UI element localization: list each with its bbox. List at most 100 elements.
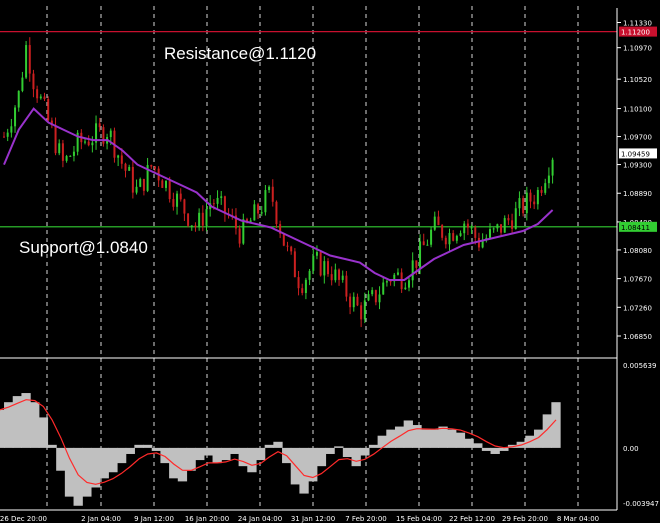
current-price-tag: 1.09459 bbox=[621, 150, 650, 158]
oscillator-bar bbox=[316, 447, 327, 467]
candle-body bbox=[205, 209, 208, 226]
oscillator-bar bbox=[334, 446, 344, 448]
oscillator-bar bbox=[64, 447, 75, 497]
oscillator-bar bbox=[473, 443, 483, 448]
resistance-price-tag: 1.11200 bbox=[621, 29, 650, 37]
candle-body bbox=[153, 166, 156, 169]
candle-body bbox=[10, 126, 13, 133]
candle-body bbox=[477, 237, 480, 248]
oscillator-bar bbox=[82, 447, 92, 497]
candle-body bbox=[139, 178, 142, 187]
candle-body bbox=[308, 270, 311, 280]
oscillator-bar bbox=[264, 444, 274, 448]
support-annotation: Support@1.0840 bbox=[19, 238, 148, 257]
candle-body bbox=[172, 199, 175, 207]
oscillator-bar bbox=[195, 447, 205, 461]
oscillator-bar bbox=[38, 417, 49, 448]
candle-body bbox=[419, 241, 422, 268]
candle-body bbox=[511, 220, 514, 229]
support-price-tag: 1.08411 bbox=[621, 224, 650, 232]
indicator-tick-label: 0.00 bbox=[623, 445, 639, 453]
candle-body bbox=[25, 45, 28, 78]
oscillator-bar bbox=[143, 444, 153, 448]
candle-body bbox=[183, 199, 186, 214]
candle-body bbox=[304, 279, 307, 293]
candle-body bbox=[470, 227, 473, 229]
time-tick-label: 22 Feb 12:00 bbox=[449, 515, 495, 523]
candle-body bbox=[128, 166, 131, 171]
candle-body bbox=[286, 245, 289, 247]
oscillator-bar bbox=[447, 429, 457, 448]
candle-body bbox=[282, 233, 285, 246]
candle-body bbox=[415, 260, 418, 268]
candle-body bbox=[260, 212, 263, 214]
candle-body bbox=[430, 229, 433, 245]
price-tick-label: 1.06850 bbox=[623, 333, 652, 341]
candle-body bbox=[164, 180, 167, 188]
candle-body bbox=[374, 290, 377, 303]
price-tick-label: 1.09700 bbox=[623, 134, 652, 142]
oscillator-bar bbox=[90, 447, 101, 488]
candle-body bbox=[293, 251, 296, 278]
oscillator-bar bbox=[403, 420, 413, 448]
oscillator-bar bbox=[203, 447, 214, 456]
oscillator-bar bbox=[125, 447, 135, 454]
time-tick-label: 26 Dec 20:00 bbox=[0, 515, 47, 523]
candle-body bbox=[411, 260, 414, 281]
oscillator-bar bbox=[73, 447, 83, 506]
oscillator-bar bbox=[212, 447, 222, 464]
time-tick-label: 29 Feb 20:00 bbox=[502, 515, 548, 523]
candle-body bbox=[69, 155, 72, 157]
oscillator-bar bbox=[221, 447, 231, 461]
candle-body bbox=[319, 252, 322, 276]
candle-body bbox=[463, 223, 466, 234]
oscillator-bar bbox=[368, 444, 379, 448]
candle-body bbox=[341, 275, 344, 280]
candle-body bbox=[382, 282, 385, 295]
candle-body bbox=[264, 190, 267, 213]
oscillator-bar bbox=[47, 444, 57, 448]
candle-body bbox=[220, 196, 223, 198]
candle-body bbox=[466, 223, 469, 228]
price-tick-label: 1.11330 bbox=[623, 19, 652, 27]
candle-body bbox=[39, 96, 42, 99]
candle-body bbox=[242, 219, 245, 244]
candle-body bbox=[271, 186, 274, 202]
candle-body bbox=[3, 136, 5, 138]
candle-body bbox=[102, 127, 105, 144]
candle-body bbox=[407, 280, 410, 288]
candle-body bbox=[72, 151, 75, 156]
oscillator-bar bbox=[177, 447, 188, 482]
candle-body bbox=[334, 269, 337, 281]
candle-body bbox=[536, 190, 539, 205]
oscillator-bar bbox=[490, 447, 500, 454]
oscillator-bar bbox=[429, 429, 440, 448]
oscillator-bar bbox=[229, 447, 240, 454]
candle-body bbox=[61, 143, 64, 161]
candle-body bbox=[544, 183, 547, 193]
resistance-annotation: Resistance@1.1120 bbox=[164, 44, 316, 63]
oscillator-bar bbox=[360, 447, 370, 456]
price-tick-label: 1.08890 bbox=[623, 190, 652, 198]
candle-body bbox=[371, 290, 374, 295]
oscillator-bar bbox=[99, 447, 109, 479]
candle-body bbox=[349, 296, 352, 308]
oscillator-bar bbox=[134, 444, 144, 448]
candle-body bbox=[120, 155, 123, 164]
oscillator-bar bbox=[351, 447, 361, 467]
oscillator-bar bbox=[551, 402, 561, 448]
candle-body bbox=[488, 229, 491, 238]
candle-body bbox=[385, 281, 388, 283]
price-tick-label: 1.10970 bbox=[623, 45, 652, 53]
candle-body bbox=[507, 218, 510, 221]
time-tick-label: 8 Mar 04:00 bbox=[557, 515, 599, 523]
candle-body bbox=[378, 294, 381, 303]
candle-body bbox=[352, 296, 355, 308]
candle-body bbox=[194, 225, 197, 228]
oscillator-bar bbox=[438, 426, 448, 448]
candle-body bbox=[452, 233, 455, 241]
candle-body bbox=[32, 73, 35, 90]
candle-body bbox=[529, 192, 532, 202]
time-tick-label: 7 Feb 20:00 bbox=[345, 515, 386, 523]
candle-body bbox=[338, 269, 341, 280]
